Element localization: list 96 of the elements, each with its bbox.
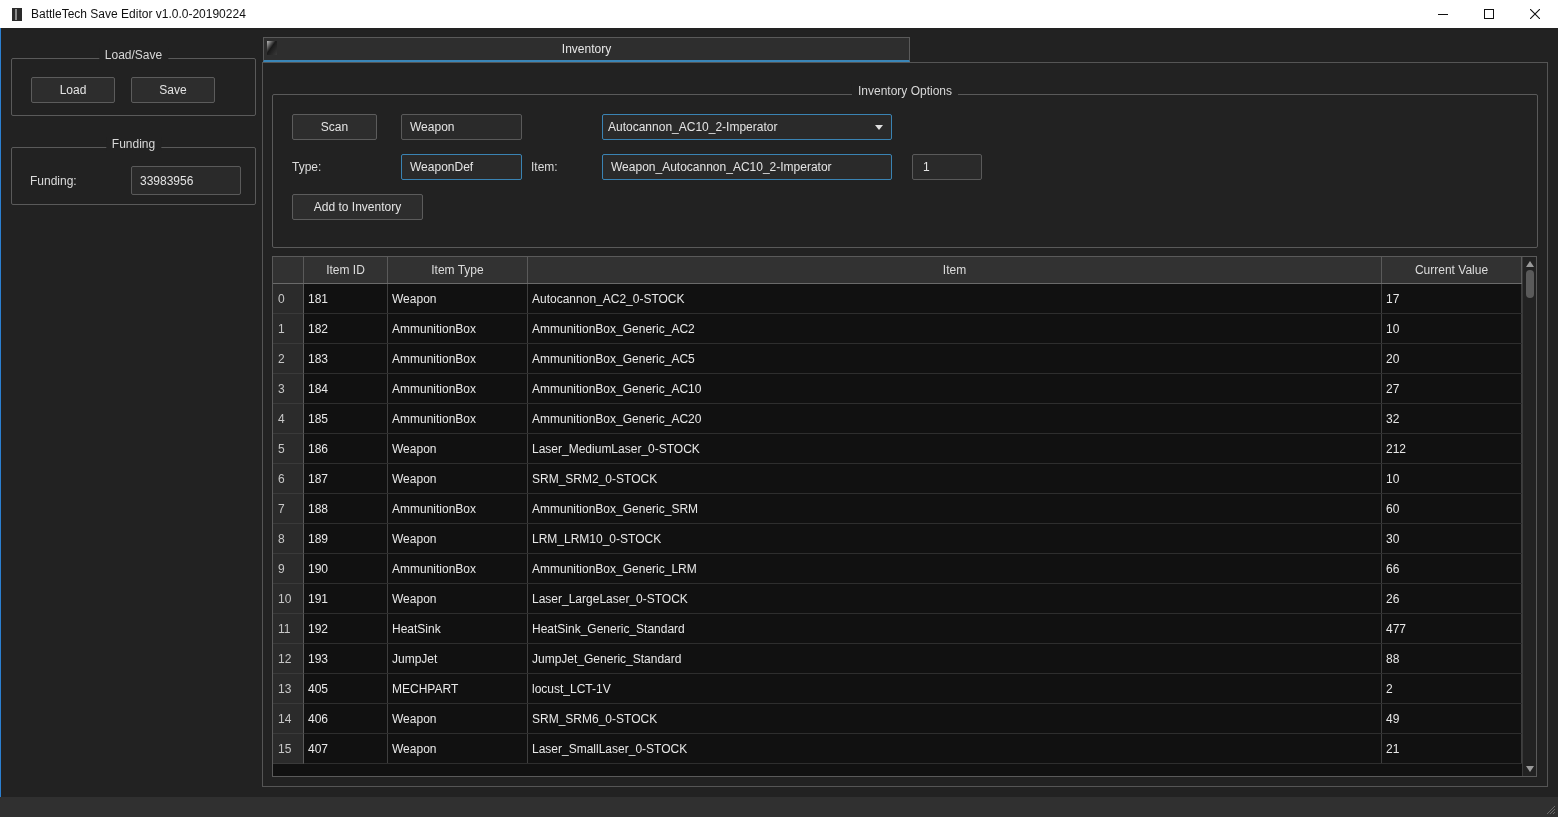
row-number: 6 bbox=[273, 464, 304, 494]
table-cell: SRM_SRM2_0-STOCK bbox=[528, 464, 1382, 493]
table-cell: Weapon bbox=[388, 734, 528, 763]
table-cell: Laser_MediumLaser_0-STOCK bbox=[528, 434, 1382, 463]
row-number: 0 bbox=[273, 284, 304, 314]
table-cell: HeatSink_Generic_Standard bbox=[528, 614, 1382, 643]
type-label: Type: bbox=[292, 160, 323, 174]
table-cell: AmmunitionBox_Generic_SRM bbox=[528, 494, 1382, 523]
column-header[interactable]: Item bbox=[528, 257, 1382, 283]
add-to-inventory-button[interactable]: Add to Inventory bbox=[292, 194, 423, 220]
up-arrow-icon[interactable] bbox=[1525, 261, 1534, 267]
item-label: Item: bbox=[531, 160, 559, 174]
load-button[interactable]: Load bbox=[31, 77, 115, 103]
table-cell: 184 bbox=[304, 374, 388, 403]
item-field[interactable]: Weapon_Autocannon_AC10_2-Imperator bbox=[602, 154, 892, 180]
scrollbar[interactable] bbox=[1522, 257, 1536, 776]
table-cell: JumpJet_Generic_Standard bbox=[528, 644, 1382, 673]
group-title: Inventory Options bbox=[851, 84, 959, 98]
row-number: 11 bbox=[273, 614, 304, 644]
table-cell: AmmunitionBox bbox=[388, 494, 528, 523]
table-cell: locust_LCT-1V bbox=[528, 674, 1382, 703]
table-cell: Weapon bbox=[388, 584, 528, 613]
search-field[interactable]: Weapon bbox=[401, 114, 522, 140]
funding-label: Funding: bbox=[30, 173, 78, 188]
table-cell: 190 bbox=[304, 554, 388, 583]
table-cell: AmmunitionBox_Generic_LRM bbox=[528, 554, 1382, 583]
table-cell: 182 bbox=[304, 314, 388, 343]
table-cell: AmmunitionBox_Generic_AC20 bbox=[528, 404, 1382, 433]
table-cell: Weapon bbox=[388, 524, 528, 553]
table-cell: LRM_LRM10_0-STOCK bbox=[528, 524, 1382, 553]
row-number: 2 bbox=[273, 344, 304, 374]
scrollbar-thumb[interactable] bbox=[1525, 270, 1534, 298]
type-field[interactable]: WeaponDef bbox=[401, 154, 522, 180]
row-number: 4 bbox=[273, 404, 304, 434]
square-icon bbox=[267, 41, 277, 55]
close-icon bbox=[1530, 9, 1540, 19]
table-cell: 406 bbox=[304, 704, 388, 733]
table-cell: 183 bbox=[304, 344, 388, 373]
table-cell: 181 bbox=[304, 284, 388, 313]
funding-field[interactable]: 33983956 bbox=[131, 166, 241, 195]
item-dropdown[interactable]: Autocannon_AC10_2-Imperator bbox=[602, 114, 892, 140]
row-number: 3 bbox=[273, 374, 304, 404]
table-cell: AmmunitionBox_Generic_AC10 bbox=[528, 374, 1382, 403]
row-number: 15 bbox=[273, 734, 304, 764]
scan-button[interactable]: Scan bbox=[292, 114, 377, 140]
row-number: 13 bbox=[273, 674, 304, 704]
table-cell: AmmunitionBox bbox=[388, 404, 528, 433]
table-cell: Weapon bbox=[388, 434, 528, 463]
table-cell: 407 bbox=[304, 734, 388, 763]
table-cell: 189 bbox=[304, 524, 388, 553]
table-cell: 186 bbox=[304, 434, 388, 463]
table-cell: AmmunitionBox bbox=[388, 314, 528, 343]
table-cell: AmmunitionBox_Generic_AC5 bbox=[528, 344, 1382, 373]
tab[interactable]: Inventory bbox=[263, 37, 910, 62]
maximize-icon bbox=[1484, 9, 1494, 19]
table-cell: JumpJet bbox=[388, 644, 528, 673]
size-grip-icon[interactable] bbox=[1545, 804, 1555, 814]
caret-icon bbox=[875, 124, 883, 130]
row-number: 5 bbox=[273, 434, 304, 464]
table-cell: AmmunitionBox bbox=[388, 554, 528, 583]
table-cell: 188 bbox=[304, 494, 388, 523]
table-cell: AmmunitionBox bbox=[388, 344, 528, 373]
table-cell: SRM_SRM6_0-STOCK bbox=[528, 704, 1382, 733]
save-button[interactable]: Save bbox=[131, 77, 215, 103]
table-cell: Weapon bbox=[388, 704, 528, 733]
row-number: 7 bbox=[273, 494, 304, 524]
app-icon bbox=[12, 7, 22, 21]
row-number: 8 bbox=[273, 524, 304, 554]
row-number: 10 bbox=[273, 584, 304, 614]
table-cell: Weapon bbox=[388, 464, 528, 493]
table-cell: 405 bbox=[304, 674, 388, 703]
table-cell: Laser_LargeLaser_0-STOCK bbox=[528, 584, 1382, 613]
row-number: 12 bbox=[273, 644, 304, 674]
table-cell: Laser_SmallLaser_0-STOCK bbox=[528, 734, 1382, 763]
table-cell: 187 bbox=[304, 464, 388, 493]
table-cell: 191 bbox=[304, 584, 388, 613]
table-cell: MECHPART bbox=[388, 674, 528, 703]
row-number: 9 bbox=[273, 554, 304, 584]
quantity-field[interactable]: 1 bbox=[912, 154, 982, 180]
minimize-icon bbox=[1438, 13, 1448, 15]
window-title: BattleTech Save Editor v1.0.0-20190224 bbox=[31, 7, 246, 21]
group-title: Load/Save bbox=[98, 48, 169, 62]
table-cell: 192 bbox=[304, 614, 388, 643]
table-cell: HeatSink bbox=[388, 614, 528, 643]
table-cell: AmmunitionBox_Generic_AC2 bbox=[528, 314, 1382, 343]
table-cell: 185 bbox=[304, 404, 388, 433]
row-number: 1 bbox=[273, 314, 304, 344]
row-number: 14 bbox=[273, 704, 304, 734]
group-title: Funding bbox=[105, 137, 162, 151]
table-cell: Weapon bbox=[388, 284, 528, 313]
table-cell: AmmunitionBox bbox=[388, 374, 528, 403]
table-cell: 193 bbox=[304, 644, 388, 673]
table-cell: Autocannon_AC2_0-STOCK bbox=[528, 284, 1382, 313]
column-header[interactable]: Item ID bbox=[304, 257, 388, 283]
column-header[interactable]: Item Type bbox=[388, 257, 528, 283]
down-arrow-icon[interactable] bbox=[1525, 766, 1534, 772]
